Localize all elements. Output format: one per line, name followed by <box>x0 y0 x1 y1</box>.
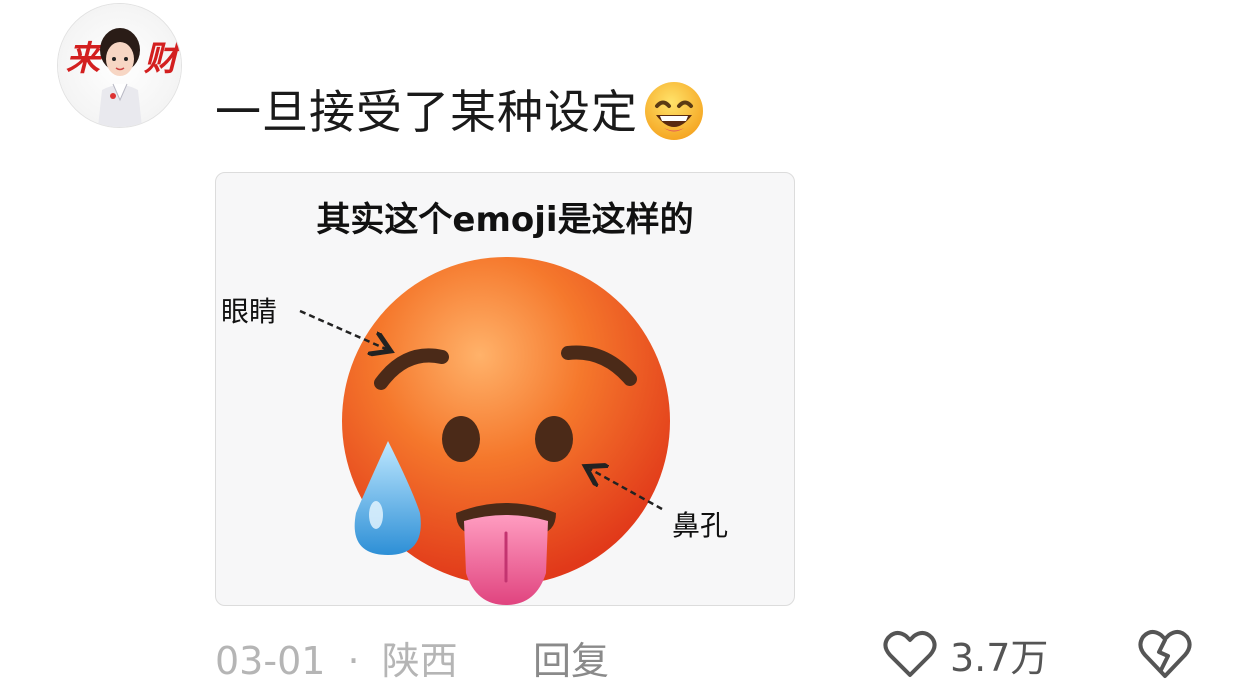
label-nostrils: 鼻孔 <box>672 509 728 542</box>
label-eyes: 眼睛 <box>221 295 277 328</box>
avatar-illustration: 来 财 <box>58 4 181 127</box>
svg-text:来: 来 <box>66 39 104 79</box>
like-count: 3.7万 <box>950 635 1049 680</box>
like-button[interactable]: 3.7万 <box>882 626 1048 682</box>
comment-date: 03-01 <box>215 639 326 683</box>
meme-image: 其实这个emoji是这样的 眼睛 鼻孔 <box>221 200 728 605</box>
avatar[interactable]: 来 财 <box>57 3 182 128</box>
reply-button[interactable]: 回复 <box>533 630 609 685</box>
grinning-sweat-face-icon <box>645 82 703 140</box>
svg-text:财: 财 <box>144 39 181 79</box>
meta-separator: · <box>347 639 360 683</box>
image-title: 其实这个emoji是这样的 <box>316 200 693 240</box>
broken-heart-icon <box>1138 630 1192 678</box>
comment-text: 一旦接受了某种设定 <box>215 74 708 144</box>
comment-location: 陕西 <box>381 639 458 683</box>
heart-outline-icon <box>883 631 937 677</box>
dislike-button[interactable] <box>1136 628 1194 680</box>
comment-body: 一旦接受了某种设定 <box>215 85 638 139</box>
comment-image[interactable]: 其实这个emoji是这样的 眼睛 鼻孔 <box>215 172 795 606</box>
meta-date-location: 03-01 · 陕西 <box>215 630 458 685</box>
